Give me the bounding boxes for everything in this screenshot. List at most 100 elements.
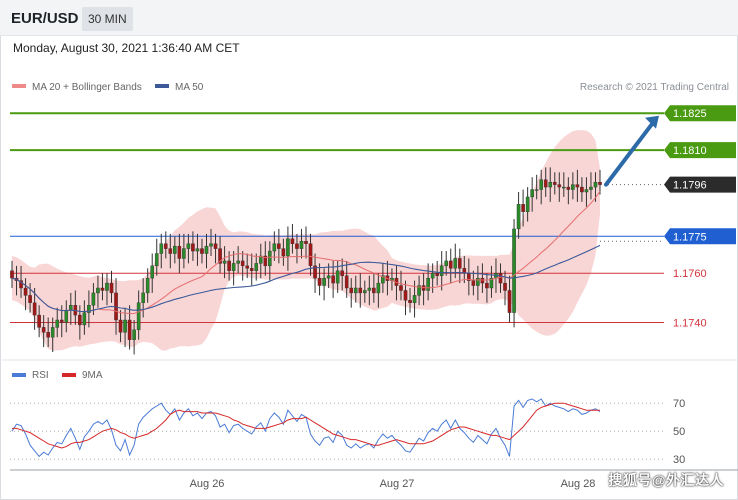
candle-body	[281, 248, 286, 257]
price-tag-1.1796: 1.1796	[664, 176, 736, 193]
candle-body	[109, 282, 114, 294]
candle-body	[231, 263, 236, 271]
candle-body	[118, 319, 123, 333]
candle-body	[430, 273, 435, 279]
candle-body	[145, 277, 150, 294]
candle-body	[304, 241, 308, 244]
candle-body	[335, 270, 340, 284]
candle-body	[562, 186, 566, 189]
candle-body	[580, 186, 584, 193]
ma20-legend-swatch	[12, 84, 26, 88]
candle-body	[593, 181, 598, 188]
candle-body	[512, 228, 516, 313]
candle-body	[105, 282, 109, 291]
research-credit: Research © 2021 Trading Central	[580, 82, 729, 93]
candle-body	[412, 295, 417, 303]
rsi-tick-70: 70	[673, 398, 685, 410]
candle-body	[136, 302, 141, 331]
candle-body	[28, 295, 32, 303]
price-tag-text: 1.1775	[673, 231, 707, 243]
rsi-legend-swatch	[12, 373, 26, 377]
candle-body	[127, 319, 132, 340]
candle-body	[186, 243, 191, 249]
price-tag-1.1760: 1.1760	[673, 268, 707, 280]
ma20-legend-label: MA 20 + Bollinger Bands	[32, 82, 142, 93]
candle-body	[68, 305, 73, 311]
watermark-text: 搜狐号@外汇达人	[608, 472, 724, 488]
rsi-ma-line	[12, 402, 600, 449]
candle-body	[584, 189, 589, 193]
candle-body	[123, 319, 127, 333]
candle-body	[236, 260, 240, 264]
candle-body	[249, 268, 254, 271]
price-tag-1.1825: 1.1825	[664, 105, 736, 122]
candle-body	[286, 238, 290, 257]
candle-body	[141, 292, 145, 303]
candle-body	[376, 282, 381, 294]
x-tick-aug27: Aug 27	[380, 478, 415, 490]
candle-body	[132, 329, 136, 340]
candle-body	[55, 319, 60, 328]
candle-body	[539, 179, 543, 190]
candle-body	[213, 243, 218, 249]
candle-body	[448, 260, 453, 269]
candle-body	[322, 277, 326, 286]
candle-body	[444, 260, 449, 267]
candle-body	[272, 243, 277, 252]
candle-body	[41, 327, 46, 333]
candle-body	[530, 189, 534, 198]
candle-body	[575, 184, 580, 188]
candle-body	[358, 287, 363, 294]
candle-body	[277, 243, 281, 249]
candle-body	[154, 253, 159, 267]
ma50-legend-label: MA 50	[175, 82, 204, 93]
candle-body	[317, 277, 322, 286]
candle-body	[204, 245, 209, 254]
candle-body	[543, 179, 548, 188]
candle-body	[50, 327, 55, 338]
price-tag-text: 1.1796	[673, 180, 707, 192]
candle-body	[254, 263, 259, 271]
price-tag-text: 1.1740	[673, 317, 707, 329]
forecast-arrow-shaft	[604, 120, 655, 187]
candle-body	[91, 292, 96, 306]
candle-body	[10, 270, 14, 279]
candle-body	[399, 285, 403, 291]
candle-body	[308, 243, 313, 267]
candle-body	[173, 245, 177, 254]
candle-body	[571, 184, 575, 190]
candle-body	[32, 302, 37, 316]
price-tag-text: 1.1825	[673, 108, 707, 120]
candle-body	[344, 275, 349, 289]
candle-body	[299, 241, 304, 249]
candle-body	[457, 258, 462, 269]
rsi-line	[11, 398, 601, 458]
candle-body	[598, 181, 602, 185]
candle-body	[245, 265, 250, 269]
candle-body	[507, 290, 512, 313]
candle-body	[340, 270, 344, 276]
candle-body	[372, 287, 376, 294]
candle-body	[78, 314, 82, 326]
candle-body	[168, 248, 173, 254]
candle-body	[159, 243, 164, 254]
price-tag-text: 1.1760	[673, 268, 707, 280]
candle-body	[23, 287, 28, 296]
candle-body	[37, 314, 41, 328]
candle-body	[521, 204, 525, 212]
candle-body	[290, 238, 295, 244]
candle-body	[503, 282, 507, 291]
candle-body	[331, 275, 335, 284]
candle-body	[353, 287, 358, 294]
candle-body	[182, 248, 186, 259]
candle-body	[534, 189, 539, 191]
price-tag-1.1740: 1.1740	[673, 317, 707, 329]
candle-body	[566, 186, 571, 190]
price-chart: MA 20 + Bollinger Bands MA 50 Research ©…	[0, 82, 738, 490]
candle-body	[191, 243, 195, 252]
candle-body	[100, 287, 105, 291]
rsi-tick-50: 50	[673, 426, 685, 438]
ma50-legend-swatch	[155, 84, 169, 88]
candle-body	[557, 184, 562, 188]
rsi-ma-legend-label: 9MA	[82, 370, 103, 381]
